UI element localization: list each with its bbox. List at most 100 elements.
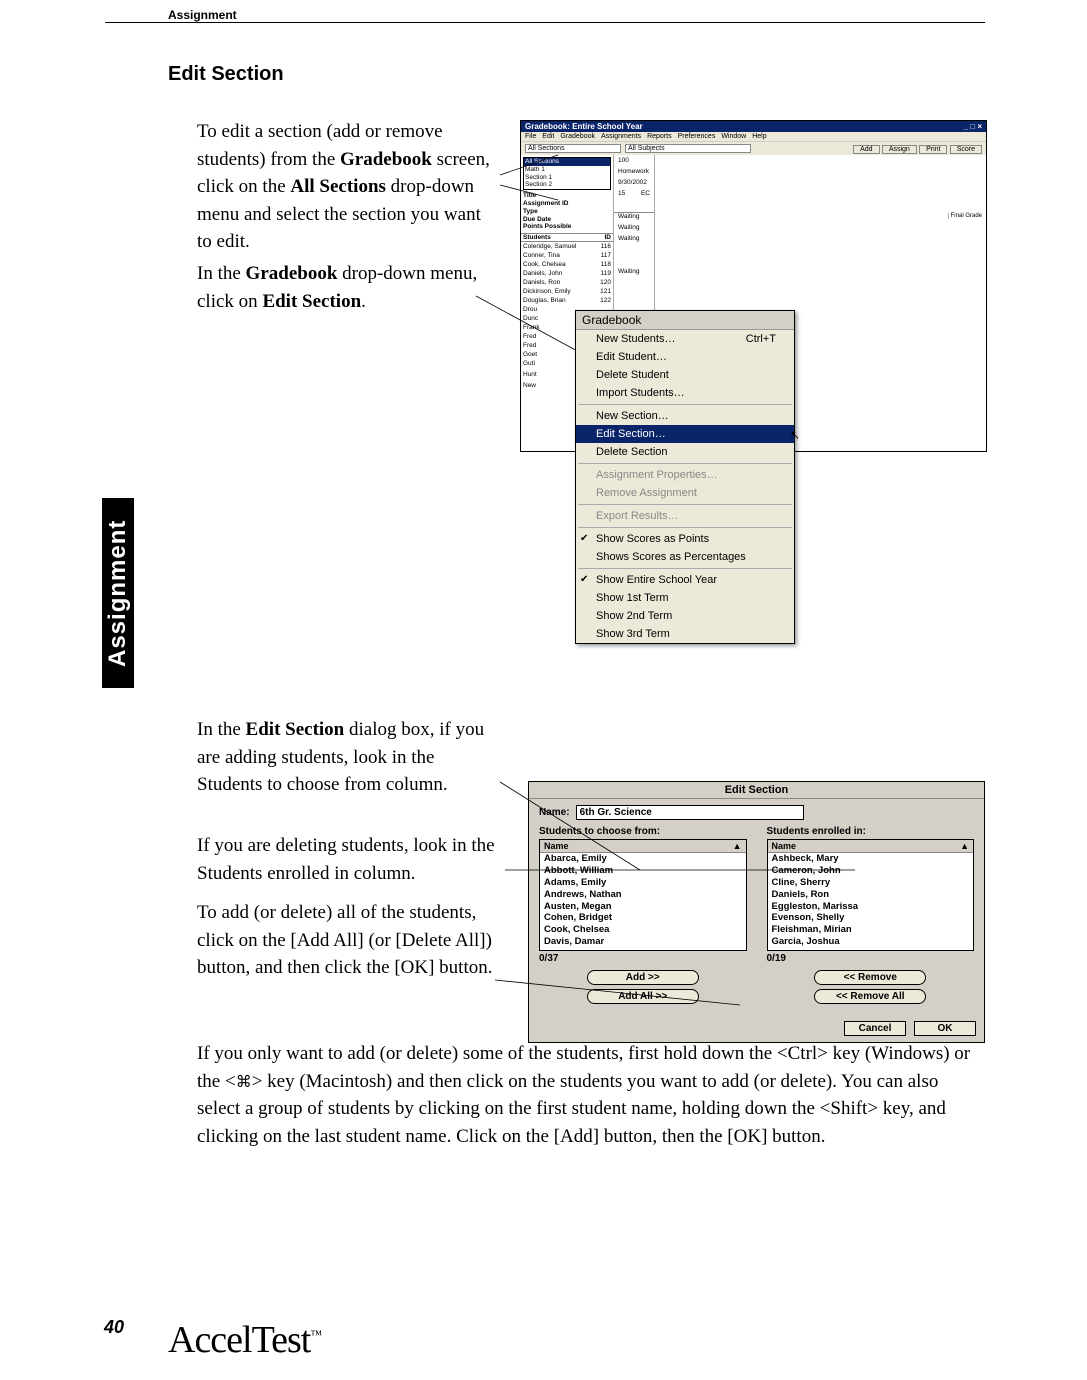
list-item[interactable]: Austen, Megan: [540, 901, 746, 913]
dialog-title: Edit Section: [529, 782, 984, 799]
menu-edit[interactable]: Edit: [542, 133, 554, 140]
sort-icon[interactable]: ▲: [733, 841, 742, 851]
menu-file[interactable]: File: [525, 133, 536, 140]
paragraph-1: To edit a section (add or remove student…: [197, 118, 497, 256]
side-tab: Assignment: [102, 498, 134, 688]
choose-from-caption: Students to choose from:: [539, 826, 747, 837]
choose-from-list[interactable]: Name▲ Abarca, EmilyAbbott, WilliamAdams,…: [539, 839, 747, 951]
list-item[interactable]: Cook, Chelsea: [540, 924, 746, 936]
list-item[interactable]: Fleishman, Mirian: [768, 924, 974, 936]
remove-all-button[interactable]: << Remove All: [814, 989, 926, 1004]
menu-preferences[interactable]: Preferences: [678, 133, 716, 140]
menu-item-new-students[interactable]: New Students…Ctrl+T: [576, 330, 794, 348]
paragraph-4: If you are deleting students, look in th…: [197, 832, 502, 887]
sections-list[interactable]: All SectionsMath 1Section 1Section 2: [523, 157, 611, 190]
paragraph-3: In the Edit Section dialog box, if you a…: [197, 716, 497, 799]
student-status: [616, 257, 652, 268]
student-status: [616, 279, 652, 290]
section-option[interactable]: Section 1: [524, 174, 610, 182]
section-option[interactable]: All Sections: [524, 158, 610, 166]
window-titlebar: Gradebook: Entire School Year _ □ ×: [521, 121, 986, 132]
list-item[interactable]: Evenson, Shelly: [768, 912, 974, 924]
window-title: Gradebook: Entire School Year: [525, 122, 643, 131]
student-row[interactable]: Daniels, John119: [521, 269, 613, 278]
student-status: Waiting: [616, 224, 652, 235]
section-option[interactable]: Section 2: [524, 181, 610, 189]
subjects-dropdown[interactable]: All Subjects: [625, 144, 751, 153]
list-item[interactable]: Cline, Sherry: [768, 877, 974, 889]
student-row[interactable]: Coleridge, Samuel116: [521, 242, 613, 251]
student-row[interactable]: Dickinson, Emily121: [521, 287, 613, 296]
menu-item-import-students[interactable]: Import Students…: [576, 384, 794, 402]
sort-icon[interactable]: ▲: [960, 841, 969, 851]
paragraph-2: In the Gradebook drop-down menu, click o…: [197, 260, 497, 315]
remove-button[interactable]: << Remove: [814, 970, 926, 985]
cancel-button[interactable]: Cancel: [844, 1021, 906, 1036]
menu-item-show-1st-term[interactable]: Show 1st Term: [576, 589, 794, 607]
section-option[interactable]: Math 1: [524, 166, 610, 174]
student-row[interactable]: Daniels, Ron120: [521, 278, 613, 287]
add-button[interactable]: Add: [853, 145, 879, 154]
student-row[interactable]: Douglas, Brian122: [521, 296, 613, 305]
page-number: 40: [104, 1317, 124, 1338]
add-button[interactable]: Add >>: [587, 970, 699, 985]
student-status: Waiting: [616, 213, 652, 224]
menubar: File Edit Gradebook Assignments Reports Prefe…: [521, 132, 986, 142]
menu-item-show-scores-as-points[interactable]: Show Scores as Points: [576, 530, 794, 548]
student-row[interactable]: Cook, Chelsea118: [521, 260, 613, 269]
list-item[interactable]: Eggleston, Marissa: [768, 901, 974, 913]
menu-item-delete-student[interactable]: Delete Student: [576, 366, 794, 384]
menu-item-show-entire-school-year[interactable]: Show Entire School Year: [576, 571, 794, 589]
logo: AccelTest™: [168, 1318, 321, 1362]
student-status: [616, 246, 652, 257]
student-status: Waiting: [616, 268, 652, 279]
final-grade-header: Final Grade: [948, 213, 984, 219]
list-item[interactable]: Daniels, Ron: [768, 889, 974, 901]
paragraph-5: To add (or delete) all of the students, …: [197, 899, 497, 982]
list-item[interactable]: Abarca, Emily: [540, 853, 746, 865]
list-item[interactable]: Ashbeck, Mary: [768, 853, 974, 865]
section-heading: Edit Section: [168, 63, 284, 86]
menu-item-export-results: Export Results…: [576, 507, 794, 525]
student-row[interactable]: Conner, Tina117: [521, 251, 613, 260]
choose-from-count: 0/37: [539, 953, 747, 964]
sections-dropdown[interactable]: All Sections: [525, 144, 621, 153]
list-item[interactable]: Cohen, Bridget: [540, 912, 746, 924]
enrolled-caption: Students enrolled in:: [767, 826, 975, 837]
gradebook-menu: Gradebook New Students…Ctrl+TEdit Studen…: [575, 310, 795, 644]
enrolled-count: 0/19: [767, 953, 975, 964]
window-controls[interactable]: _ □ ×: [964, 122, 982, 131]
section-name-input[interactable]: [576, 805, 804, 820]
menu-assignments[interactable]: Assignments: [601, 133, 641, 140]
header-rule: [105, 22, 985, 23]
list-item[interactable]: Garcia, Joshua: [768, 936, 974, 948]
menu-item-new-section[interactable]: New Section…: [576, 407, 794, 425]
edit-section-dialog: Edit Section Name: Students to choose fr…: [528, 781, 985, 1043]
enrolled-list[interactable]: Name▲ Ashbeck, MaryCameron, JohnCline, S…: [767, 839, 975, 951]
list-item[interactable]: Cameron, John: [768, 865, 974, 877]
list-item[interactable]: Davis, Damar: [540, 936, 746, 948]
ok-button[interactable]: OK: [914, 1021, 976, 1036]
list-item[interactable]: Andrews, Nathan: [540, 889, 746, 901]
menu-reports[interactable]: Reports: [647, 133, 672, 140]
menu-window[interactable]: Window: [721, 133, 746, 140]
menu-item-show-3rd-term[interactable]: Show 3rd Term: [576, 625, 794, 643]
menu-gradebook[interactable]: Gradebook: [560, 133, 595, 140]
list-item[interactable]: Abbott, William: [540, 865, 746, 877]
assign-button[interactable]: Assign: [882, 145, 917, 154]
command-key-icon: ⌘: [236, 1075, 252, 1091]
menu-item-assignment-properties: Assignment Properties…: [576, 466, 794, 484]
name-label: Name:: [539, 807, 570, 818]
header-topic: Assignment: [168, 8, 237, 22]
score-button[interactable]: Score: [950, 145, 982, 154]
menu-item-edit-student[interactable]: Edit Student…: [576, 348, 794, 366]
list-item[interactable]: Adams, Emily: [540, 877, 746, 889]
menu-item-edit-section[interactable]: Edit Section…↖: [576, 425, 794, 443]
menu-item-show-2nd-term[interactable]: Show 2nd Term: [576, 607, 794, 625]
add-all-button[interactable]: Add All >>: [587, 989, 699, 1004]
menu-item-shows-scores-as-percentages[interactable]: Shows Scores as Percentages: [576, 548, 794, 566]
print-button[interactable]: Print: [919, 145, 947, 154]
menu-item-delete-section[interactable]: Delete Section: [576, 443, 794, 461]
student-status: Waiting: [616, 235, 652, 246]
menu-help[interactable]: Help: [752, 133, 766, 140]
